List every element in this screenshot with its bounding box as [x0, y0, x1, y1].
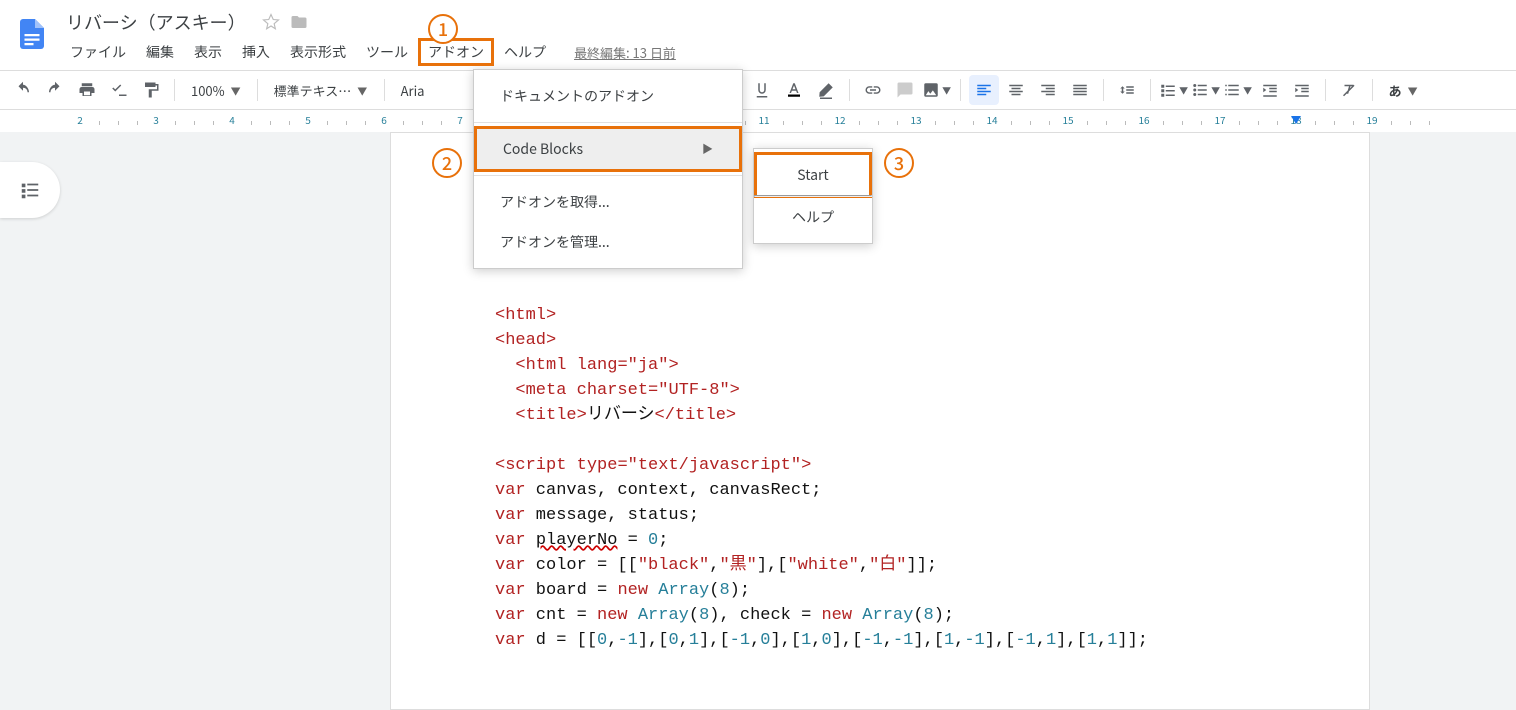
addon-code-blocks[interactable]: Code Blocks ▶ [474, 126, 742, 172]
spellcheck-icon[interactable] [104, 75, 134, 105]
toolbar: 100%▼ 標準テキス…▼ Aria ▼ ▼ ▼ ▼ あ▼ [0, 70, 1516, 110]
submenu-help[interactable]: ヘルプ [754, 197, 872, 237]
addon-manage[interactable]: アドオンを管理... [474, 222, 742, 262]
align-center-icon[interactable] [1001, 75, 1031, 105]
bullet-list-icon[interactable]: ▼ [1191, 75, 1221, 105]
submenu-arrow-icon: ▶ [702, 141, 713, 157]
menu-format[interactable]: 表示形式 [280, 38, 356, 66]
styles-select[interactable]: 標準テキス…▼ [266, 76, 376, 104]
text-color-icon[interactable] [779, 75, 809, 105]
indent-decrease-icon[interactable] [1255, 75, 1285, 105]
link-icon[interactable] [858, 75, 888, 105]
addon-get[interactable]: アドオンを取得... [474, 182, 742, 222]
comment-icon[interactable] [890, 75, 920, 105]
last-edit-label[interactable]: 最終編集: 13 日前 [574, 38, 676, 66]
font-select[interactable]: Aria [393, 76, 443, 104]
doc-title[interactable]: リバーシ（アスキー） [60, 7, 252, 37]
callout-3: 3 [884, 148, 914, 178]
line-spacing-icon[interactable] [1112, 75, 1142, 105]
align-left-icon[interactable] [969, 75, 999, 105]
callout-1: 1 [428, 14, 458, 44]
checklist-icon[interactable]: ▼ [1159, 75, 1189, 105]
ruler: 2345678910111213141516171819 [80, 110, 1516, 130]
image-icon[interactable]: ▼ [922, 75, 952, 105]
zoom-select[interactable]: 100%▼ [183, 76, 249, 104]
menu-file[interactable]: ファイル [60, 38, 136, 66]
print-icon[interactable] [72, 75, 102, 105]
outline-toggle-icon[interactable] [0, 162, 60, 218]
menu-help[interactable]: ヘルプ [494, 38, 556, 66]
menu-tools[interactable]: ツール [356, 38, 418, 66]
clear-format-icon[interactable] [1334, 75, 1364, 105]
submenu-start[interactable]: Start [754, 152, 872, 198]
menu-edit[interactable]: 編集 [136, 38, 184, 66]
highlight-icon[interactable] [811, 75, 841, 105]
addons-dropdown: ドキュメントのアドオン Code Blocks ▶ アドオンを取得... アドオ… [473, 69, 743, 269]
folder-icon[interactable] [290, 13, 308, 31]
addon-doc-addons[interactable]: ドキュメントのアドオン [474, 76, 742, 116]
align-justify-icon[interactable] [1065, 75, 1095, 105]
input-tools-icon[interactable]: あ▼ [1381, 76, 1426, 104]
docs-logo[interactable] [12, 8, 52, 60]
menu-view[interactable]: 表示 [184, 38, 232, 66]
paint-format-icon[interactable] [136, 75, 166, 105]
indent-increase-icon[interactable] [1287, 75, 1317, 105]
codeblocks-submenu: Start ヘルプ [753, 148, 873, 244]
star-icon[interactable] [262, 13, 280, 31]
align-right-icon[interactable] [1033, 75, 1063, 105]
menu-addons[interactable]: アドオン [418, 38, 494, 66]
callout-2: 2 [432, 148, 462, 178]
menu-insert[interactable]: 挿入 [232, 38, 280, 66]
underline-icon[interactable] [747, 75, 777, 105]
undo-icon[interactable] [8, 75, 38, 105]
redo-icon[interactable] [40, 75, 70, 105]
number-list-icon[interactable]: ▼ [1223, 75, 1253, 105]
